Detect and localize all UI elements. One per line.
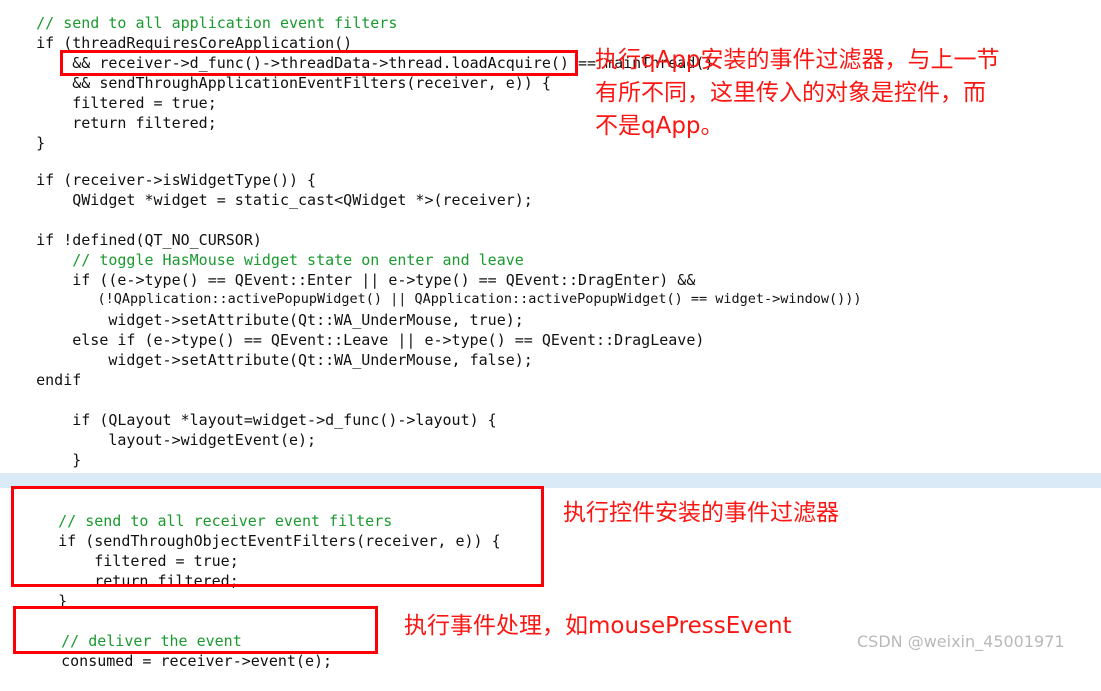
screenshot-root: // send to all application event filters… (0, 0, 1101, 670)
highlight-box-object-event-filters (11, 486, 544, 587)
highlight-box-application-event-filters (60, 50, 578, 76)
code-text: endif (36, 371, 82, 389)
code-text: QWidget *widget = static_cast<QWidget *>… (36, 191, 533, 209)
code-text: return filtered; (36, 114, 217, 132)
csdn-watermark: CSDN @weixin_45001971 (857, 632, 1065, 651)
annotation-app-filters: 执行qApp安装的事件过滤器，与上一节 有所不同，这里传入的对象是控件，而 不是… (595, 47, 1000, 139)
code-text: widget->setAttribute(Qt::WA_UnderMouse, … (36, 351, 533, 369)
code-text: consumed = receiver->event(e); (61, 652, 333, 670)
annotation-deliver-event: 执行事件处理，如mousePressEvent (404, 613, 792, 639)
annotation-object-filters: 执行控件安装的事件过滤器 (563, 500, 839, 526)
highlight-box-deliver-event (13, 606, 378, 654)
